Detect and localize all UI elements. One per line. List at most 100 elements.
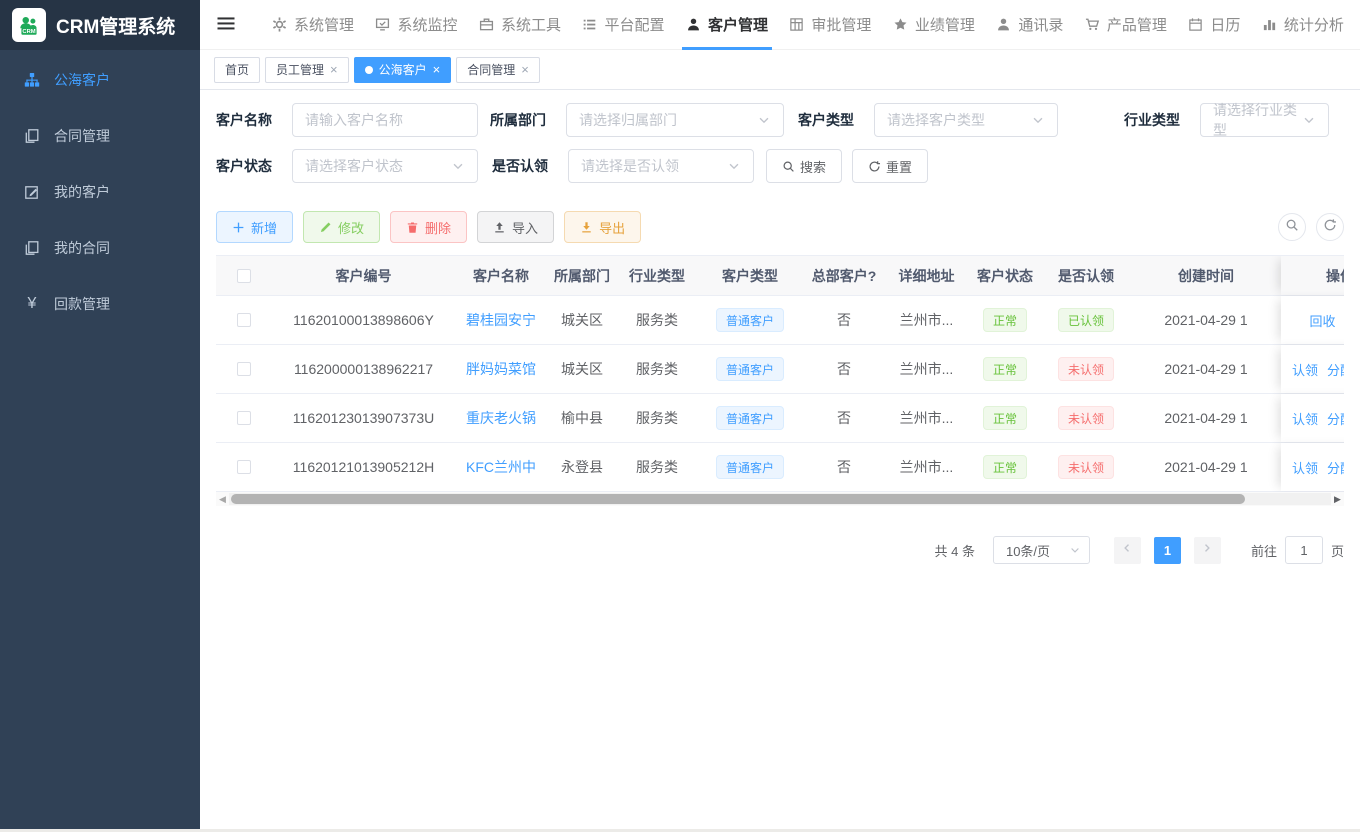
close-icon[interactable]: × bbox=[330, 63, 338, 76]
header-cell: 客户编号 bbox=[271, 256, 456, 295]
nav-item-system-monitor[interactable]: 系统监控 bbox=[375, 0, 457, 50]
department-placeholder: 请选择归属部门 bbox=[579, 110, 677, 130]
header-cell: 总部客户? bbox=[804, 256, 884, 295]
header-cell: 客户名称 bbox=[456, 256, 546, 295]
scrollbar-track[interactable] bbox=[229, 493, 1331, 505]
action-link-assign[interactable]: 分配 bbox=[1327, 409, 1344, 428]
industry-type-label: 行业类型 bbox=[1124, 110, 1186, 130]
refresh-circle-button[interactable] bbox=[1316, 213, 1344, 241]
hamburger-icon[interactable] bbox=[216, 15, 236, 35]
customer-type-tag: 普通客户 bbox=[716, 455, 784, 479]
customer-name-link[interactable]: 碧桂园安宁 bbox=[466, 310, 536, 330]
row-checkbox[interactable] bbox=[237, 362, 251, 376]
cell-address: 兰州市... bbox=[884, 296, 969, 344]
select-all-checkbox[interactable] bbox=[237, 269, 251, 283]
customer-name-input[interactable] bbox=[292, 103, 478, 137]
total-count: 共 4 条 bbox=[935, 541, 975, 560]
customer-type-label: 客户类型 bbox=[798, 110, 860, 130]
page-size-select[interactable]: 10条/页 bbox=[993, 536, 1090, 564]
action-link-claim[interactable]: 认领 bbox=[1292, 458, 1318, 477]
tab-label: 合同管理 bbox=[467, 61, 515, 78]
customer-name-link[interactable]: 重庆老火锅 bbox=[466, 408, 536, 428]
edit-button[interactable]: 修改 bbox=[303, 211, 380, 243]
tab-employee-mgmt[interactable]: 员工管理× bbox=[265, 57, 349, 83]
nav-item-system-mgmt[interactable]: 系统管理 bbox=[272, 0, 354, 50]
nav-item-calendar[interactable]: 日历 bbox=[1188, 0, 1240, 50]
scroll-right-arrow-icon[interactable]: ▶ bbox=[1331, 492, 1344, 506]
chevron-down-icon bbox=[727, 159, 741, 173]
nav-item-system-tools[interactable]: 系统工具 bbox=[479, 0, 561, 50]
action-link-assign[interactable]: 分配 bbox=[1327, 458, 1344, 477]
nav-item-approval-mgmt[interactable]: 审批管理 bbox=[789, 0, 871, 50]
star-icon bbox=[893, 17, 908, 32]
row-checkbox[interactable] bbox=[237, 313, 251, 327]
action-link-claim[interactable]: 认领 bbox=[1292, 360, 1318, 379]
customer-name-link[interactable]: KFC兰州中 bbox=[466, 457, 536, 477]
department-select[interactable]: 请选择归属部门 bbox=[566, 103, 784, 137]
page-number-button[interactable]: 1 bbox=[1154, 537, 1181, 564]
scroll-left-arrow-icon[interactable]: ◀ bbox=[216, 492, 229, 506]
cell-customer-status: 正常 bbox=[969, 296, 1041, 344]
add-button[interactable]: 新增 bbox=[216, 211, 293, 243]
customer-status-placeholder: 请选择客户状态 bbox=[305, 156, 403, 176]
nav-item-platform-config[interactable]: 平台配置 bbox=[582, 0, 664, 50]
tab-home[interactable]: 首页 bbox=[214, 57, 260, 83]
pagination: 共 4 条 10条/页 1 前往 页 bbox=[200, 506, 1360, 564]
customer-status-select[interactable]: 请选择客户状态 bbox=[292, 149, 478, 183]
sidebar-item-payment-mgmt[interactable]: ¥回款管理 bbox=[0, 276, 200, 332]
nav-item-label: 系统工具 bbox=[501, 14, 561, 35]
header-cell: 创建时间 bbox=[1131, 256, 1281, 295]
search-circle-button[interactable] bbox=[1278, 213, 1306, 241]
tab-public-customers[interactable]: 公海客户× bbox=[354, 57, 452, 83]
claim-status-placeholder: 请选择是否认领 bbox=[581, 156, 679, 176]
action-link-recycle[interactable]: 回收 bbox=[1309, 311, 1335, 330]
nav-item-customer-mgmt[interactable]: 客户管理 bbox=[686, 0, 768, 50]
action-link-claim[interactable]: 认领 bbox=[1292, 409, 1318, 428]
sidebar-item-my-customers[interactable]: 我的客户 bbox=[0, 164, 200, 220]
scrollbar-thumb[interactable] bbox=[231, 494, 1245, 504]
import-button[interactable]: 导入 bbox=[477, 211, 554, 243]
next-page-button[interactable] bbox=[1194, 537, 1221, 564]
nav-item-contacts[interactable]: 通讯录 bbox=[996, 0, 1063, 50]
header-cell: 详细地址 bbox=[884, 256, 969, 295]
industry-type-select[interactable]: 请选择行业类型 bbox=[1200, 103, 1329, 137]
cell-address: 兰州市... bbox=[884, 345, 969, 393]
download-icon bbox=[580, 221, 593, 234]
prev-page-button[interactable] bbox=[1114, 537, 1141, 564]
goto-label: 前往 bbox=[1251, 541, 1277, 560]
active-tab-dot bbox=[365, 66, 373, 74]
sidebar-item-contract-mgmt[interactable]: 合同管理 bbox=[0, 108, 200, 164]
row-checkbox[interactable] bbox=[237, 411, 251, 425]
cell-customer-name: 重庆老火锅 bbox=[456, 394, 546, 442]
row-checkbox[interactable] bbox=[237, 460, 251, 474]
row-checkbox-cell bbox=[216, 296, 271, 344]
documents-icon bbox=[24, 128, 40, 144]
claim-status-select[interactable]: 请选择是否认领 bbox=[568, 149, 754, 183]
close-icon[interactable]: × bbox=[521, 63, 529, 76]
sidebar-item-public-customers[interactable]: 公海客户 bbox=[0, 52, 200, 108]
tab-contract-mgmt[interactable]: 合同管理 × bbox=[456, 57, 540, 83]
action-link-assign[interactable]: 分配 bbox=[1327, 360, 1344, 379]
search-button[interactable]: 搜索 bbox=[766, 149, 842, 183]
table-row: 11620121013905212HKFC兰州中永登县服务类普通客户否兰州市..… bbox=[216, 443, 1344, 492]
customer-name-link[interactable]: 胖妈妈菜馆 bbox=[466, 359, 536, 379]
cell-customer-name: KFC兰州中 bbox=[456, 443, 546, 491]
customer-type-tag: 普通客户 bbox=[716, 406, 784, 430]
nav-item-performance-mgmt[interactable]: 业绩管理 bbox=[893, 0, 975, 50]
upload-icon bbox=[493, 221, 506, 234]
nav-item-statistics[interactable]: 统计分析 bbox=[1262, 0, 1344, 50]
reset-button[interactable]: 重置 bbox=[852, 149, 928, 183]
cell-customer-name: 碧桂园安宁 bbox=[456, 296, 546, 344]
export-button[interactable]: 导出 bbox=[564, 211, 641, 243]
chevron-down-icon bbox=[1031, 113, 1045, 127]
sidebar-item-my-contracts[interactable]: 我的合同 bbox=[0, 220, 200, 276]
customer-type-select[interactable]: 请选择客户类型 bbox=[874, 103, 1058, 137]
nav-item-product-mgmt[interactable]: 产品管理 bbox=[1085, 0, 1167, 50]
delete-button[interactable]: 删除 bbox=[390, 211, 467, 243]
list-icon bbox=[582, 17, 597, 32]
magnifier-icon bbox=[782, 160, 795, 173]
goto-page-input[interactable] bbox=[1285, 536, 1323, 564]
horizontal-scrollbar[interactable]: ◀ ▶ bbox=[216, 492, 1344, 506]
cell-industry: 服务类 bbox=[618, 394, 696, 442]
close-icon[interactable]: × bbox=[433, 63, 441, 76]
